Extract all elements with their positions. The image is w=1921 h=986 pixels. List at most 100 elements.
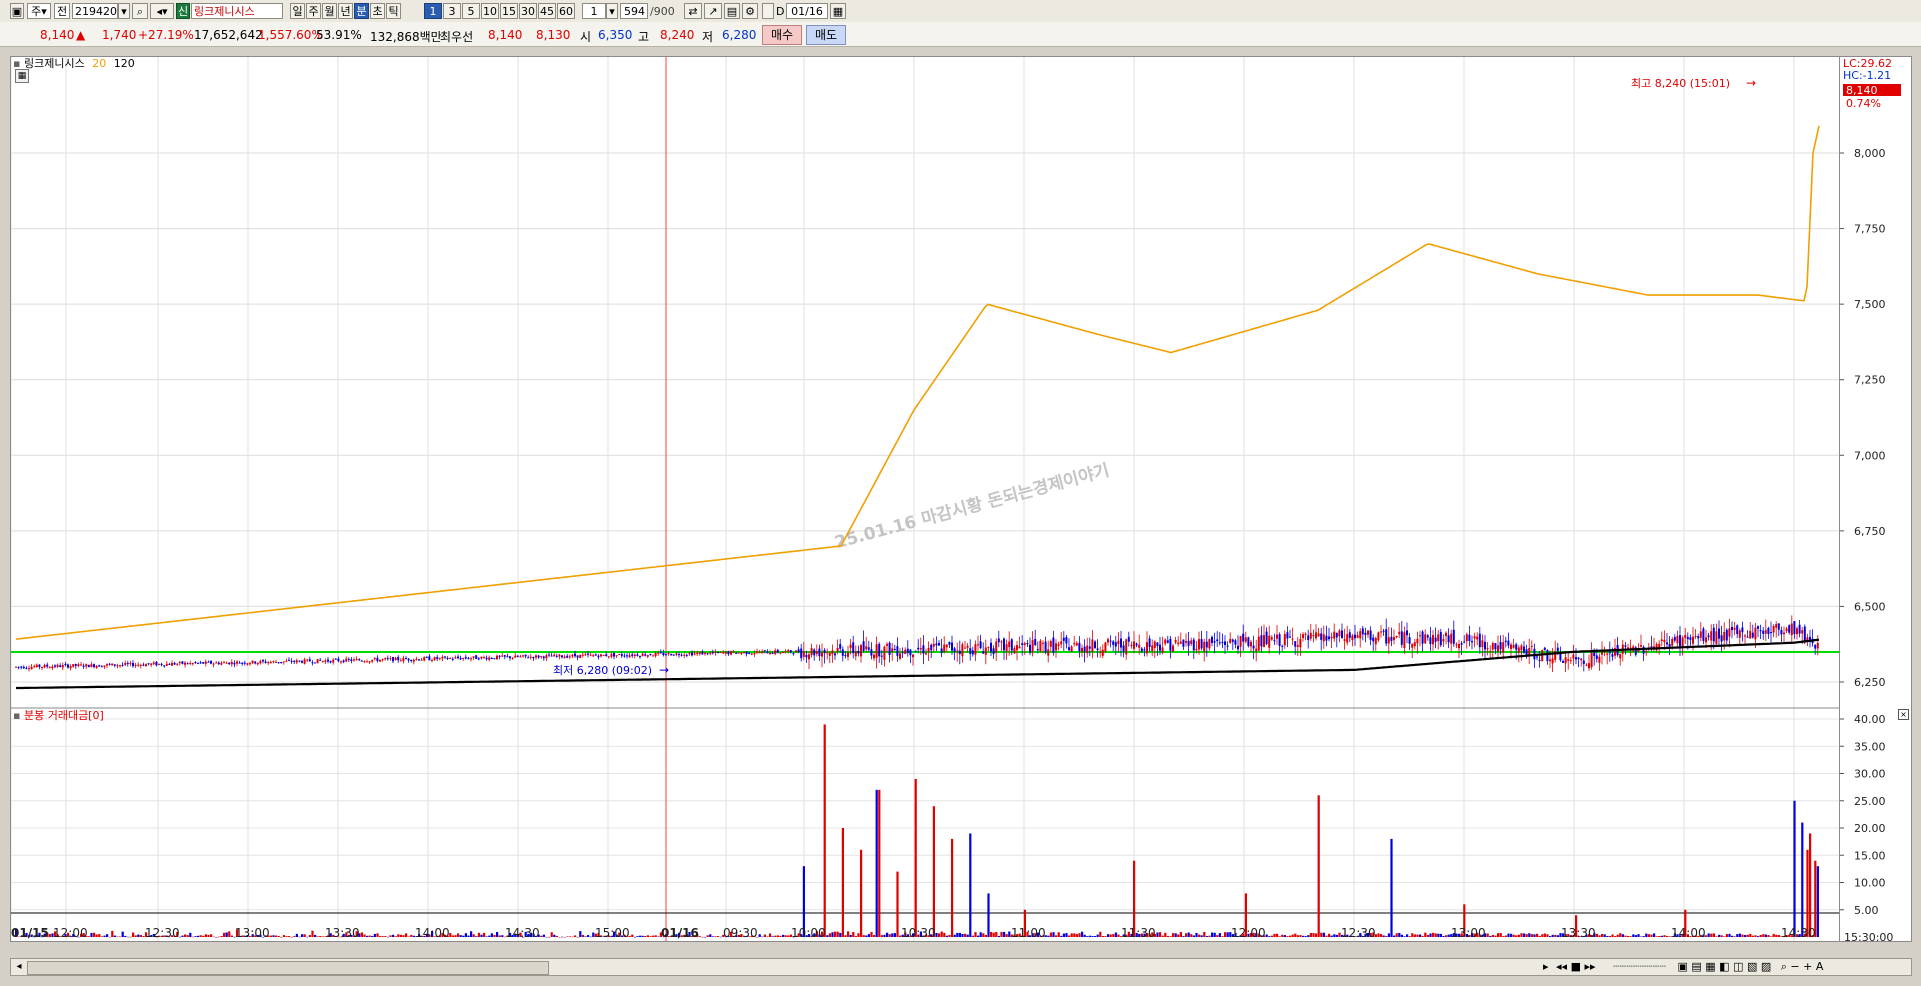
code-dropdown-icon[interactable]: ▾ xyxy=(118,3,130,19)
candle-body xyxy=(503,655,506,657)
candle-body xyxy=(1291,638,1294,640)
calendar-icon[interactable]: ▦ xyxy=(830,3,846,19)
candle-body xyxy=(1494,643,1497,650)
candle-body xyxy=(1003,638,1005,651)
scroll-right-icon[interactable]: ▸ xyxy=(1543,960,1549,973)
volume-bar xyxy=(644,936,647,937)
stock-code-input[interactable]: 219420 xyxy=(72,3,118,19)
text-size-icon[interactable]: A xyxy=(1816,960,1824,973)
save-icon[interactable]: ▤ xyxy=(724,3,740,19)
candle-body xyxy=(743,651,745,653)
y-tick-label: 7,500 xyxy=(1854,298,1886,311)
multiplier-input[interactable]: 1 xyxy=(582,3,606,19)
candle-body xyxy=(1458,644,1460,649)
candle-body xyxy=(1356,635,1359,638)
period-tab-2[interactable]: 월 xyxy=(322,3,337,19)
multiplier-dropdown-icon[interactable]: ▾ xyxy=(606,3,618,19)
period-tab-4[interactable]: 분 xyxy=(354,3,369,19)
draw-tool-icon[interactable]: ↗ xyxy=(704,3,722,19)
zoom-search-icon[interactable]: ⌕ xyxy=(1781,960,1787,973)
compare-icon[interactable]: ⇄ xyxy=(684,3,702,19)
zoom-out-icon[interactable]: − xyxy=(1790,960,1799,973)
volume-bar xyxy=(1744,935,1747,937)
volume-bar xyxy=(1793,800,1796,937)
candle-body xyxy=(1075,643,1078,646)
volume-bar xyxy=(480,934,483,937)
candle-body xyxy=(477,658,480,660)
volume-bar xyxy=(1653,933,1656,937)
stop-icon[interactable]: ■ xyxy=(1571,960,1581,973)
volume-bar xyxy=(1315,933,1318,937)
volume-bar xyxy=(888,934,891,937)
interval-button-45[interactable]: 45 xyxy=(538,3,556,19)
candle-body xyxy=(1816,642,1819,649)
candle-body xyxy=(1138,644,1141,648)
candle-body xyxy=(366,661,368,663)
period-tab-6[interactable]: 틱 xyxy=(386,3,401,19)
volume-bar xyxy=(766,936,769,937)
interval-button-3[interactable]: 3 xyxy=(443,3,461,19)
candle-body xyxy=(1346,634,1349,643)
volume-bar xyxy=(1156,932,1159,937)
candle-body xyxy=(740,652,743,654)
interval-button-1[interactable]: 1 xyxy=(424,3,442,19)
candlesticks xyxy=(15,615,1819,673)
zoom-in-icon[interactable]: + xyxy=(1803,960,1812,973)
sell-button[interactable]: 매도 xyxy=(806,25,846,45)
ma120-line[interactable] xyxy=(16,638,1820,690)
candle-body xyxy=(1281,645,1284,647)
candle-body xyxy=(511,657,514,659)
mode-select[interactable]: 주▾ xyxy=(27,3,51,19)
prev-code-button[interactable]: 전 xyxy=(54,3,70,19)
table-icon[interactable]: ▦ xyxy=(15,69,29,83)
candle-body xyxy=(103,665,106,667)
stock-name-field[interactable]: 링크제니시스 xyxy=(191,3,283,19)
candle-body xyxy=(251,660,254,664)
interval-button-10[interactable]: 10 xyxy=(481,3,499,19)
chart-canvas[interactable]: 25.01.16 마감시황 돈되는경제이야기 최고 8,240 (15:01) … xyxy=(11,57,1839,941)
volume-bar xyxy=(1393,935,1396,937)
candle-body xyxy=(514,655,517,658)
candle-body xyxy=(1109,640,1112,642)
count-input[interactable]: 594 xyxy=(620,3,648,19)
candle-body xyxy=(1645,650,1648,653)
volume-bar xyxy=(995,932,998,937)
period-tab-3[interactable]: 년 xyxy=(338,3,353,19)
ratio-value: 53.91% xyxy=(316,28,362,42)
buy-button[interactable]: 매수 xyxy=(762,25,802,45)
scroll-left-icon[interactable]: ◂ xyxy=(13,961,25,973)
sound-icon[interactable]: ◂▾ xyxy=(150,3,174,19)
candle-body xyxy=(1278,634,1281,646)
candle-body xyxy=(1666,642,1668,645)
scroll-thumb[interactable] xyxy=(27,961,549,975)
rewind-icon[interactable]: ◂◂ xyxy=(1556,960,1567,973)
date-input[interactable]: 01/16 xyxy=(786,3,828,19)
candle-body xyxy=(618,654,621,656)
candle-body xyxy=(1783,632,1785,635)
interval-button-60[interactable]: 60 xyxy=(557,3,575,19)
candle-body xyxy=(535,655,537,658)
candle-body xyxy=(249,663,251,665)
y-axis-panel[interactable]: LC:29.62 HC:-1.21 8,140 0.74% 8,000 7,750… xyxy=(1840,56,1912,942)
chart-area[interactable]: 25.01.16 마감시황 돈되는경제이야기 최고 8,240 (15:01) … xyxy=(10,56,1840,942)
search-icon[interactable]: ⌕ xyxy=(132,3,148,19)
ma20-line[interactable] xyxy=(15,125,1820,640)
interval-button-5[interactable]: 5 xyxy=(462,3,480,19)
fast-forward-icon[interactable]: ▸▸ xyxy=(1584,960,1595,973)
volume-bar xyxy=(938,933,941,937)
layout-icons[interactable]: ▣ ▤ ▦ ◧ ◫ ▧ ▨ xyxy=(1678,960,1772,973)
window-menu-icon[interactable]: ▣ xyxy=(10,3,24,19)
settings-gear-icon[interactable]: ⚙ xyxy=(742,3,758,19)
horizontal-scrollbar[interactable]: ◂ ▸ ◂◂ ■ ▸▸ ┄┄┄┄┄┄┄┄ ▣ ▤ ▦ ◧ ◫ ▧ ▨ ⌕ − +… xyxy=(10,958,1912,976)
period-tab-1[interactable]: 주 xyxy=(306,3,321,19)
period-tab-0[interactable]: 일 xyxy=(290,3,305,19)
date-checkbox[interactable] xyxy=(762,3,774,19)
volume-bar xyxy=(121,931,124,937)
candle-body xyxy=(1304,633,1307,635)
panel-close-icon[interactable]: × xyxy=(1898,709,1909,720)
candle-body xyxy=(1393,637,1395,641)
speed-slider[interactable]: ┄┄┄┄┄┄┄┄ xyxy=(1613,960,1666,973)
period-tab-5[interactable]: 초 xyxy=(370,3,385,19)
interval-button-30[interactable]: 30 xyxy=(519,3,537,19)
interval-button-15[interactable]: 15 xyxy=(500,3,518,19)
